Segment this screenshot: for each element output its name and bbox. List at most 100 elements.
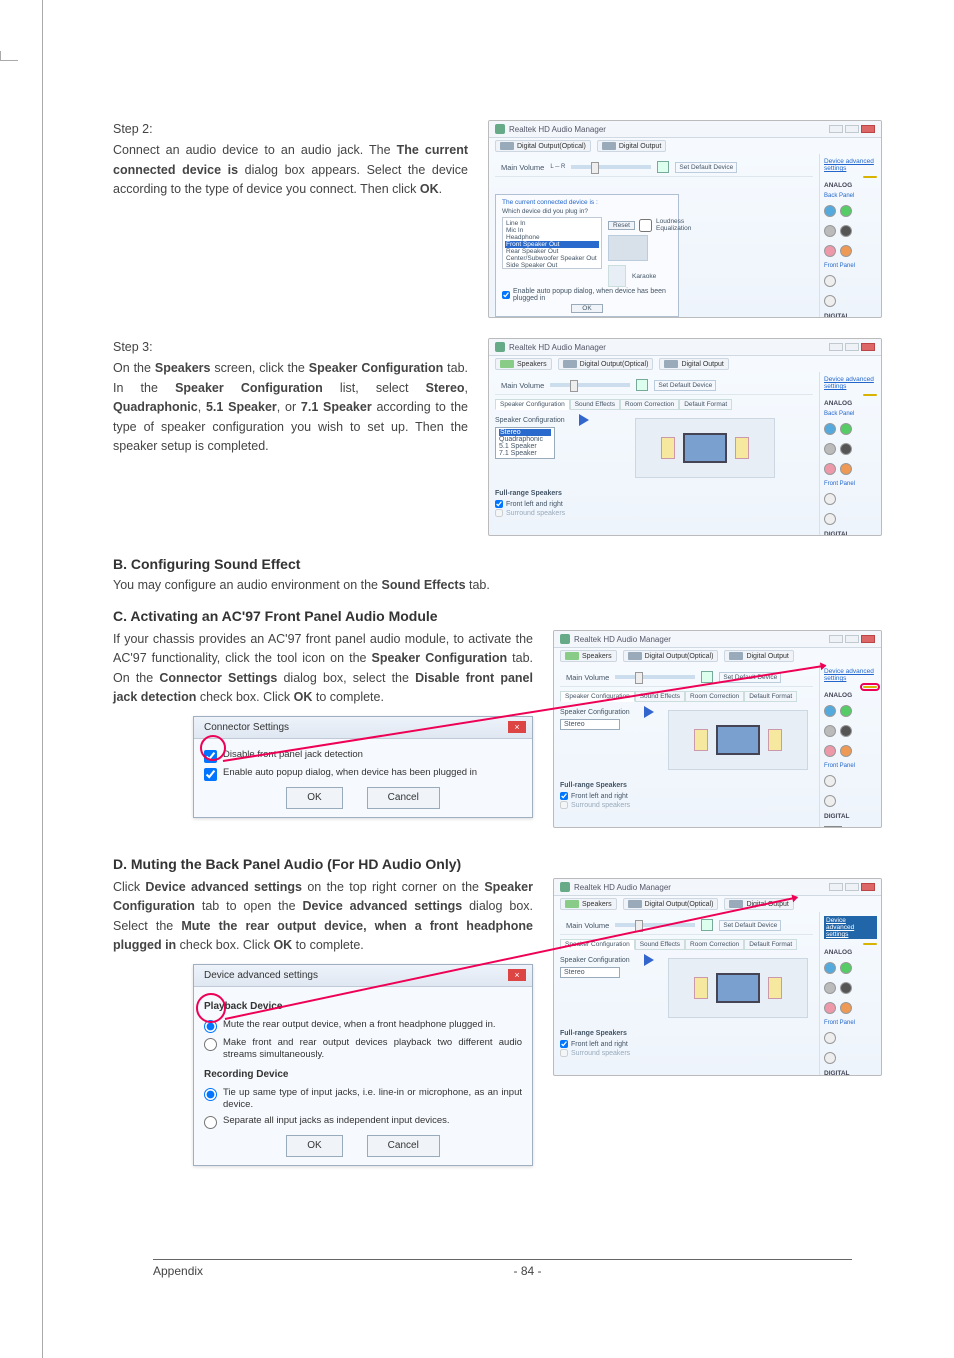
opt[interactable]: Side Speaker Out	[505, 262, 599, 269]
page-number: - 84 -	[514, 1264, 542, 1278]
connector-settings-dialog: Connector Settings × Disable front panel…	[193, 716, 533, 818]
l: Digital Output	[681, 361, 723, 368]
autopop-check[interactable]	[502, 291, 510, 299]
mute-icon[interactable]	[701, 671, 713, 683]
window-controls[interactable]	[829, 125, 875, 133]
play-icon[interactable]	[579, 414, 589, 426]
front-lr-check[interactable]	[560, 1040, 568, 1048]
opt-selected[interactable]: Front Speaker Out	[505, 241, 599, 248]
subtab-room[interactable]: Room Correction	[685, 939, 744, 950]
room-preview	[608, 235, 648, 261]
subtab-fx[interactable]: Sound Effects	[635, 939, 685, 950]
tool-icon[interactable]	[863, 176, 877, 178]
volume-slider[interactable]	[615, 923, 695, 927]
tool-icon-highlighted[interactable]	[863, 686, 877, 688]
opt[interactable]: Stereo	[499, 429, 551, 436]
reset-button[interactable]: Reset	[608, 221, 635, 230]
opt[interactable]: Mic In	[505, 227, 599, 234]
mute-icon[interactable]	[701, 919, 713, 931]
l: Speakers	[582, 901, 612, 908]
volume-slider[interactable]	[550, 383, 630, 387]
tab-digital-optical[interactable]: Digital Output(Optical)	[623, 650, 719, 662]
subtab-room[interactable]: Room Correction	[685, 691, 744, 702]
separate-jacks-radio[interactable]	[204, 1116, 217, 1129]
mute-rear-radio[interactable]	[204, 1020, 217, 1033]
l: Front Panel	[824, 1020, 877, 1026]
device-advanced-link[interactable]: Device advanced settings	[824, 376, 877, 390]
tool-icon[interactable]	[863, 394, 877, 396]
mute-icon[interactable]	[657, 161, 669, 173]
window-controls[interactable]	[829, 883, 875, 891]
opt[interactable]: 5.1 Speaker	[499, 443, 551, 450]
device-advanced-link[interactable]: Device advanced settings	[824, 668, 877, 682]
subtab-fmt[interactable]: Default Format	[744, 691, 797, 702]
device-advanced-link[interactable]: Device advanced settings	[824, 158, 877, 172]
ok-button[interactable]: OK	[286, 1135, 342, 1157]
subtab-config[interactable]: Speaker Configuration	[560, 939, 635, 950]
tab-speakers[interactable]: Speakers	[560, 898, 617, 910]
set-default-button[interactable]: Set Default Device	[719, 672, 781, 683]
subtab-fx[interactable]: Sound Effects	[570, 399, 620, 410]
opt[interactable]: Line In	[505, 220, 599, 227]
opt[interactable]: Quadraphonic	[499, 436, 551, 443]
b: Connector Settings	[159, 671, 277, 685]
loudness-check[interactable]	[639, 219, 652, 232]
dlg-ok-button[interactable]: OK	[571, 304, 602, 313]
config-select[interactable]: Stereo Quadraphonic 5.1 Speaker 7.1 Spea…	[495, 427, 555, 459]
opt[interactable]: Center/Subwoofer Speaker Out	[505, 255, 599, 262]
subtab-fmt[interactable]: Default Format	[744, 939, 797, 950]
opt[interactable]: Rear Speaker Out	[505, 248, 599, 255]
tab-digital[interactable]: Digital Output	[724, 650, 793, 662]
config-select[interactable]: Stereo	[560, 719, 620, 730]
tab-digital-optical[interactable]: Digital Output(Optical)	[623, 898, 719, 910]
tie-jacks-radio[interactable]	[204, 1088, 217, 1101]
window-controls[interactable]	[829, 343, 875, 351]
tool-icon[interactable]	[863, 943, 877, 945]
set-default-button[interactable]: Set Default Device	[654, 380, 716, 391]
surround-check	[560, 1049, 568, 1057]
l: Make front and rear output devices playb…	[223, 1037, 522, 1062]
front-lr-check[interactable]	[495, 500, 503, 508]
l: Digital Output(Optical)	[645, 901, 714, 908]
tab-digital[interactable]: Digital Output	[724, 898, 793, 910]
front-lr-check[interactable]	[560, 792, 568, 800]
t: ,	[465, 381, 468, 395]
tab-digital[interactable]: Digital Output	[659, 358, 728, 370]
tab-digital[interactable]: Digital Output	[597, 140, 666, 152]
volume-slider[interactable]	[615, 675, 695, 679]
autopop-check[interactable]	[204, 768, 217, 781]
play-icon[interactable]	[644, 706, 654, 718]
opt[interactable]: 7.1 Speaker	[499, 450, 551, 457]
subtab-fx[interactable]: Sound Effects	[635, 691, 685, 702]
disable-fp-check[interactable]	[204, 750, 217, 763]
screenshot-step2: Realtek HD Audio Manager Digital Output(…	[488, 120, 882, 318]
device-advanced-link-highlighted[interactable]: Device advanced settings	[824, 916, 877, 939]
subtab-room[interactable]: Room Correction	[620, 399, 679, 410]
subtab-config[interactable]: Speaker Configuration	[560, 691, 635, 702]
device-list[interactable]: Line In Mic In Headphone Front Speaker O…	[502, 217, 602, 269]
mute-icon[interactable]	[636, 379, 648, 391]
tab-digital-optical[interactable]: Digital Output(Optical)	[558, 358, 654, 370]
separate-streams-radio[interactable]	[204, 1038, 217, 1051]
subtab-fmt[interactable]: Default Format	[679, 399, 732, 410]
ok-button[interactable]: OK	[286, 787, 342, 809]
set-default-button[interactable]: Set Default Device	[719, 920, 781, 931]
tab-speakers[interactable]: Speakers	[495, 358, 552, 370]
t: tab to open the	[195, 899, 303, 913]
main-volume-label: Main Volume	[501, 381, 544, 390]
window-controls[interactable]	[829, 635, 875, 643]
close-icon[interactable]: ×	[508, 721, 526, 733]
subtab-config[interactable]: Speaker Configuration	[495, 399, 570, 410]
tab-speakers[interactable]: Speakers	[560, 650, 617, 662]
config-select[interactable]: Stereo	[560, 967, 620, 978]
l: Digital Output	[619, 143, 661, 150]
cancel-button[interactable]: Cancel	[367, 787, 440, 809]
digital-jack	[824, 826, 842, 828]
close-icon[interactable]: ×	[508, 969, 526, 981]
set-default-button[interactable]: Set Default Device	[675, 162, 737, 173]
volume-slider[interactable]	[571, 165, 651, 169]
cancel-button[interactable]: Cancel	[367, 1135, 440, 1157]
tab-digital-optical[interactable]: Digital Output(Optical)	[495, 140, 591, 152]
play-icon[interactable]	[644, 954, 654, 966]
opt[interactable]: Headphone	[505, 234, 599, 241]
